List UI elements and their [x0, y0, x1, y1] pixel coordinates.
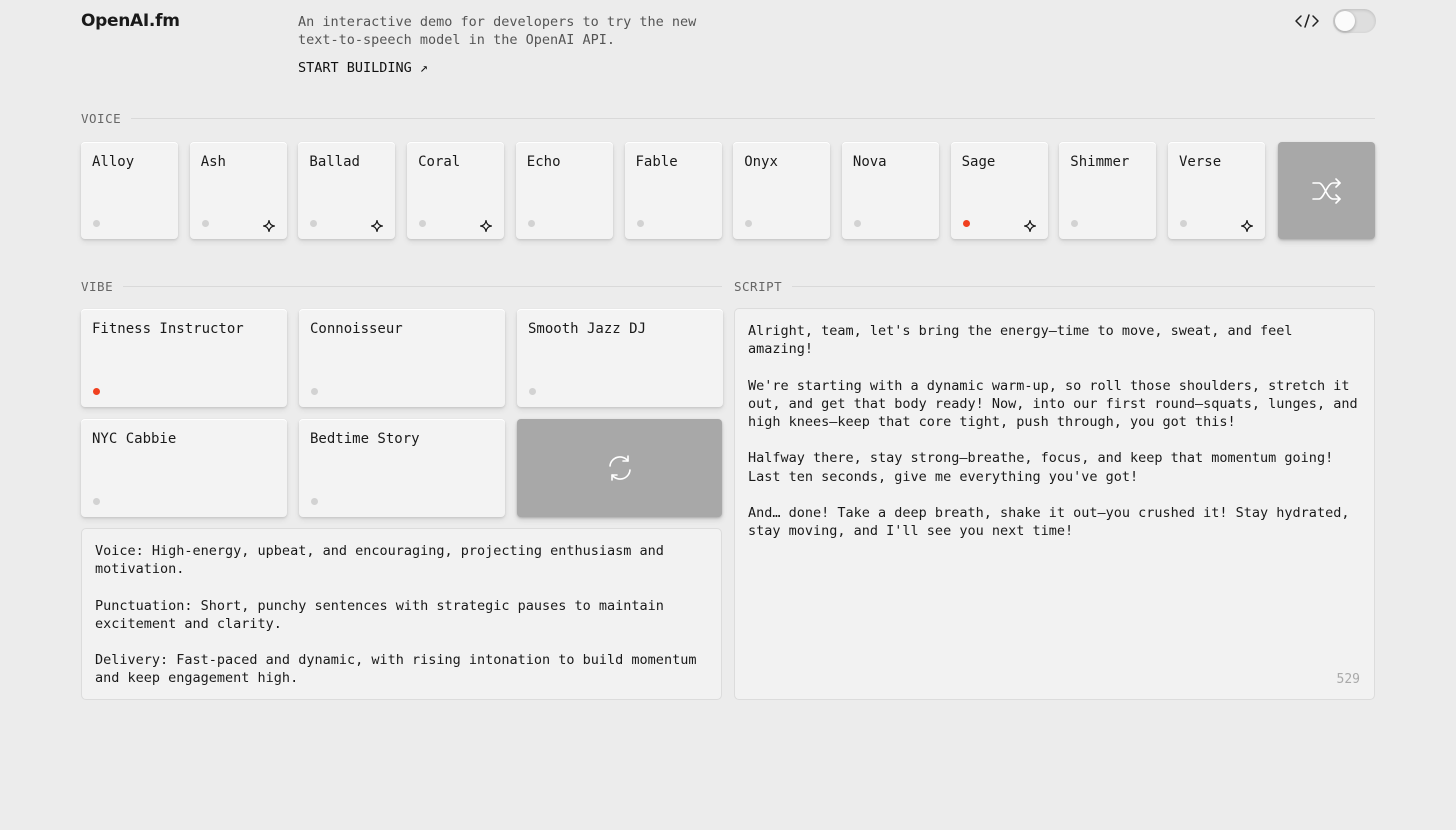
selection-indicator [93, 220, 100, 227]
selection-indicator [1071, 220, 1079, 227]
theme-toggle[interactable] [1333, 9, 1376, 33]
voice-heading: VOICE [81, 111, 122, 126]
selection-indicator [93, 388, 100, 395]
vibe-option-bedtime-story[interactable]: Bedtime Story [299, 419, 505, 517]
voice-option-coral[interactable]: Coral [407, 142, 505, 239]
selection-indicator [636, 220, 644, 227]
selection-indicator [201, 220, 209, 227]
voice-option-ash[interactable]: Ash [189, 142, 287, 239]
voice-label: Ash [200, 154, 226, 170]
voice-label: Sage [961, 154, 996, 170]
script-heading: SCRIPT [734, 279, 783, 294]
voice-label: Coral [418, 154, 461, 170]
sparkle-icon [479, 217, 493, 233]
vibe-heading: VIBE [81, 279, 114, 294]
voice-label: Fable [635, 154, 678, 170]
selection-indicator [93, 498, 100, 505]
sparkle-icon [371, 217, 384, 233]
selection-indicator [745, 220, 753, 227]
divider [123, 286, 722, 287]
divider [792, 286, 1375, 287]
voice-option-shimmer[interactable]: Shimmer [1059, 142, 1157, 239]
vibe-option-smooth-jazz-dj[interactable]: Smooth Jazz DJ [517, 309, 723, 407]
selection-indicator [853, 220, 861, 227]
selection-indicator [1180, 220, 1187, 227]
vibe-label: Fitness Instructor [92, 321, 244, 337]
selection-indicator [962, 220, 970, 227]
vibe-label: Smooth Jazz DJ [528, 321, 647, 337]
toggle-knob [1335, 11, 1355, 31]
vibe-label: Bedtime Story [310, 431, 420, 447]
sparkle-icon [262, 217, 275, 233]
voice-option-fable[interactable]: Fable [624, 142, 722, 239]
voice-label: Verse [1179, 154, 1222, 170]
divider [131, 118, 1375, 119]
sparkle-icon [1023, 217, 1036, 233]
start-building-link[interactable]: START BUILDING ↗ [298, 60, 428, 76]
voice-label: Alloy [92, 154, 135, 170]
voice-section-header: VOICE [81, 111, 1375, 126]
voice-label: Shimmer [1070, 154, 1130, 170]
vibe-option-connoisseur[interactable]: Connoisseur [299, 309, 505, 407]
vibe-section-header: VIBE [81, 279, 722, 294]
voice-option-verse[interactable]: Verse [1168, 142, 1265, 239]
voice-label: Nova [852, 154, 887, 170]
script-text: Alright, team, let's bring the energy—ti… [748, 323, 1358, 540]
voice-option-sage[interactable]: Sage [950, 142, 1048, 239]
voice-option-alloy[interactable]: Alloy [81, 142, 178, 239]
vibe-option-nyc-cabbie[interactable]: NYC Cabbie [81, 419, 287, 517]
voice-option-echo[interactable]: Echo [515, 142, 613, 239]
refresh-vibes-button[interactable] [517, 419, 722, 517]
code-icon[interactable] [1292, 10, 1322, 32]
voice-label: Echo [526, 154, 561, 170]
voice-option-nova[interactable]: Nova [841, 142, 939, 239]
script-section-header: SCRIPT [734, 279, 1375, 294]
logo[interactable]: OpenAI.fm [81, 11, 180, 31]
selection-indicator [419, 220, 427, 227]
voice-option-ballad[interactable]: Ballad [298, 142, 396, 239]
sparkle-icon [1240, 217, 1254, 233]
vibe-description[interactable]: Voice: High-energy, upbeat, and encourag… [81, 528, 722, 700]
vibe-option-fitness-instructor[interactable]: Fitness Instructor [81, 309, 287, 407]
shuffle-voice-button[interactable] [1278, 142, 1375, 239]
character-count: 529 [1336, 671, 1360, 687]
voice-option-onyx[interactable]: Onyx [733, 142, 831, 239]
script-textarea[interactable]: Alright, team, let's bring the energy—ti… [734, 308, 1375, 700]
vibe-label: Connoisseur [310, 321, 403, 337]
selection-indicator [527, 220, 535, 227]
selection-indicator [310, 220, 318, 227]
shuffle-icon [1311, 177, 1341, 204]
vibe-label: NYC Cabbie [92, 431, 177, 447]
selection-indicator [311, 498, 318, 505]
selection-indicator [529, 388, 536, 395]
refresh-icon [608, 455, 631, 481]
voice-label: Ballad [309, 154, 360, 170]
voice-label: Onyx [744, 154, 778, 170]
tagline: An interactive demo for developers to tr… [298, 14, 697, 48]
selection-indicator [311, 388, 318, 395]
